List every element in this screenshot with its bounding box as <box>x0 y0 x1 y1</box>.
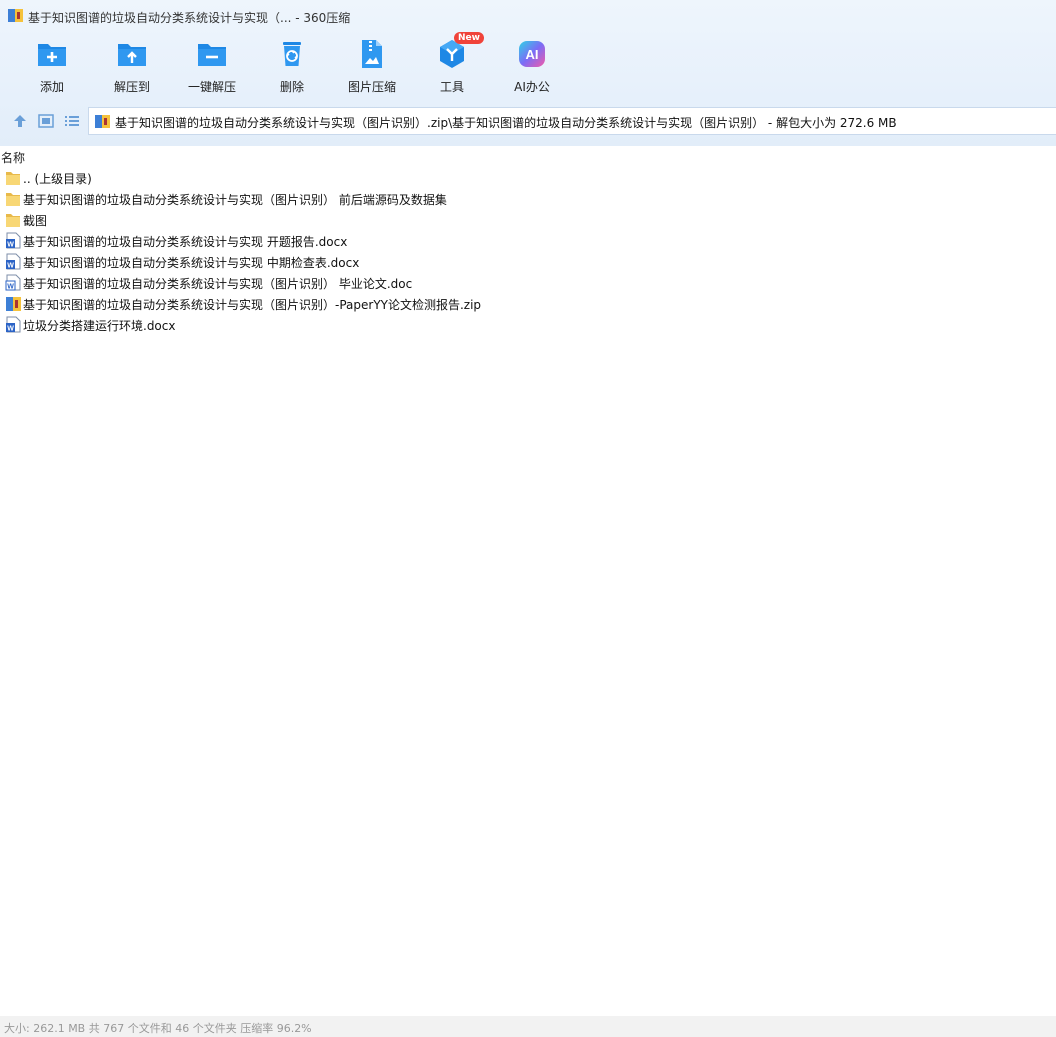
one-click-extract-icon <box>198 44 226 66</box>
extract-to-icon <box>118 44 146 66</box>
path-bar[interactable]: 基于知识图谱的垃圾自动分类系统设计与实现（图片识别）.zip\基于知识图谱的垃圾… <box>88 107 1056 135</box>
file-name: 基于知识图谱的垃圾自动分类系统设计与实现（图片识别） 毕业论文.doc <box>23 277 413 291</box>
file-name: 基于知识图谱的垃圾自动分类系统设计与实现（图片识别）-PaperYY论文检测报告… <box>23 298 482 312</box>
path-text: 基于知识图谱的垃圾自动分类系统设计与实现（图片识别）.zip\基于知识图谱的垃圾… <box>115 116 897 130</box>
image-compress-icon <box>362 40 382 68</box>
ai-office-button[interactable]: AI AI办公 <box>492 34 572 100</box>
file-name: 基于知识图谱的垃圾自动分类系统设计与实现（图片识别） 前后端源码及数据集 <box>23 193 447 207</box>
word-document-icon: W <box>5 316 21 333</box>
window-title: 基于知识图谱的垃圾自动分类系统设计与实现（... - 360压缩 <box>28 11 351 25</box>
word-document-icon: W <box>5 232 21 249</box>
image-compress-label: 图片压缩 <box>347 80 396 94</box>
top-area: 基于知识图谱的垃圾自动分类系统设计与实现（... - 360压缩 添加 解压到 <box>0 0 1056 146</box>
column-header-name[interactable]: 名称 <box>0 147 1056 165</box>
file-row[interactable]: W 基于知识图谱的垃圾自动分类系统设计与实现（图片识别） 毕业论文.doc <box>0 272 1056 293</box>
svg-text:AI: AI <box>526 47 539 62</box>
extract-to-label: 解压到 <box>113 80 150 94</box>
ai-office-label: AI办公 <box>514 80 550 94</box>
list-view-icon[interactable] <box>63 112 81 130</box>
delete-label: 删除 <box>279 80 304 94</box>
one-click-extract-button[interactable]: 一键解压 <box>172 34 252 100</box>
delete-button[interactable]: 删除 <box>252 34 332 100</box>
column-name-label: 名称 <box>1 151 26 165</box>
svg-text:W: W <box>7 284 14 291</box>
title-bar: 基于知识图谱的垃圾自动分类系统设计与实现（... - 360压缩 <box>0 0 1056 32</box>
file-row[interactable]: 截图 <box>0 209 1056 230</box>
add-folder-icon <box>38 44 66 66</box>
add-label: 添加 <box>39 80 64 94</box>
trash-icon <box>283 42 301 66</box>
archive-app-icon <box>8 9 23 22</box>
folder-icon <box>5 211 21 228</box>
status-bar: 大小: 262.1 MB 共 767 个文件和 46 个文件夹 压缩率 96.2… <box>0 1016 1056 1037</box>
word-document-icon: W <box>5 253 21 270</box>
zip-archive-icon <box>5 295 21 312</box>
file-row[interactable]: W 垃圾分类搭建运行环境.docx <box>0 314 1056 335</box>
word-document-icon: W <box>5 274 21 291</box>
folder-icon <box>5 169 21 186</box>
tools-button[interactable]: New 工具 <box>412 32 492 100</box>
extract-to-button[interactable]: 解压到 <box>92 34 172 100</box>
file-name: 基于知识图谱的垃圾自动分类系统设计与实现 开题报告.docx <box>23 235 348 249</box>
image-compress-button[interactable]: 图片压缩 <box>332 34 412 100</box>
svg-text:W: W <box>7 326 14 333</box>
file-name: 截图 <box>23 214 48 228</box>
file-name: .. (上级目录) <box>23 172 92 186</box>
file-row[interactable]: W 基于知识图谱的垃圾自动分类系统设计与实现 开题报告.docx <box>0 230 1056 251</box>
navigation-bar: 基于知识图谱的垃圾自动分类系统设计与实现（图片识别）.zip\基于知识图谱的垃圾… <box>0 106 1056 136</box>
archive-icon <box>95 115 110 128</box>
svg-text:W: W <box>7 263 14 270</box>
up-arrow-icon[interactable] <box>11 112 29 130</box>
svg-text:W: W <box>7 242 14 249</box>
file-row[interactable]: 基于知识图谱的垃圾自动分类系统设计与实现（图片识别）-PaperYY论文检测报告… <box>0 293 1056 314</box>
new-badge: New <box>454 32 484 44</box>
thumbnail-view-icon[interactable] <box>37 112 55 130</box>
status-text: 大小: 262.1 MB 共 767 个文件和 46 个文件夹 压缩率 96.2… <box>4 1022 312 1035</box>
file-name: 垃圾分类搭建运行环境.docx <box>23 319 176 333</box>
add-button[interactable]: 添加 <box>12 34 92 100</box>
tools-label: 工具 <box>439 80 464 94</box>
file-name: 基于知识图谱的垃圾自动分类系统设计与实现 中期检查表.docx <box>23 256 360 270</box>
folder-icon <box>5 190 21 207</box>
file-row[interactable]: 基于知识图谱的垃圾自动分类系统设计与实现（图片识别） 前后端源码及数据集 <box>0 188 1056 209</box>
file-row[interactable]: W 基于知识图谱的垃圾自动分类系统设计与实现 中期检查表.docx <box>0 251 1056 272</box>
file-list: .. (上级目录) 基于知识图谱的垃圾自动分类系统设计与实现（图片识别） 前后端源… <box>0 167 1056 335</box>
ai-office-icon: AI <box>519 41 545 67</box>
one-click-extract-label: 一键解压 <box>187 80 236 94</box>
file-row[interactable]: .. (上级目录) <box>0 167 1056 188</box>
